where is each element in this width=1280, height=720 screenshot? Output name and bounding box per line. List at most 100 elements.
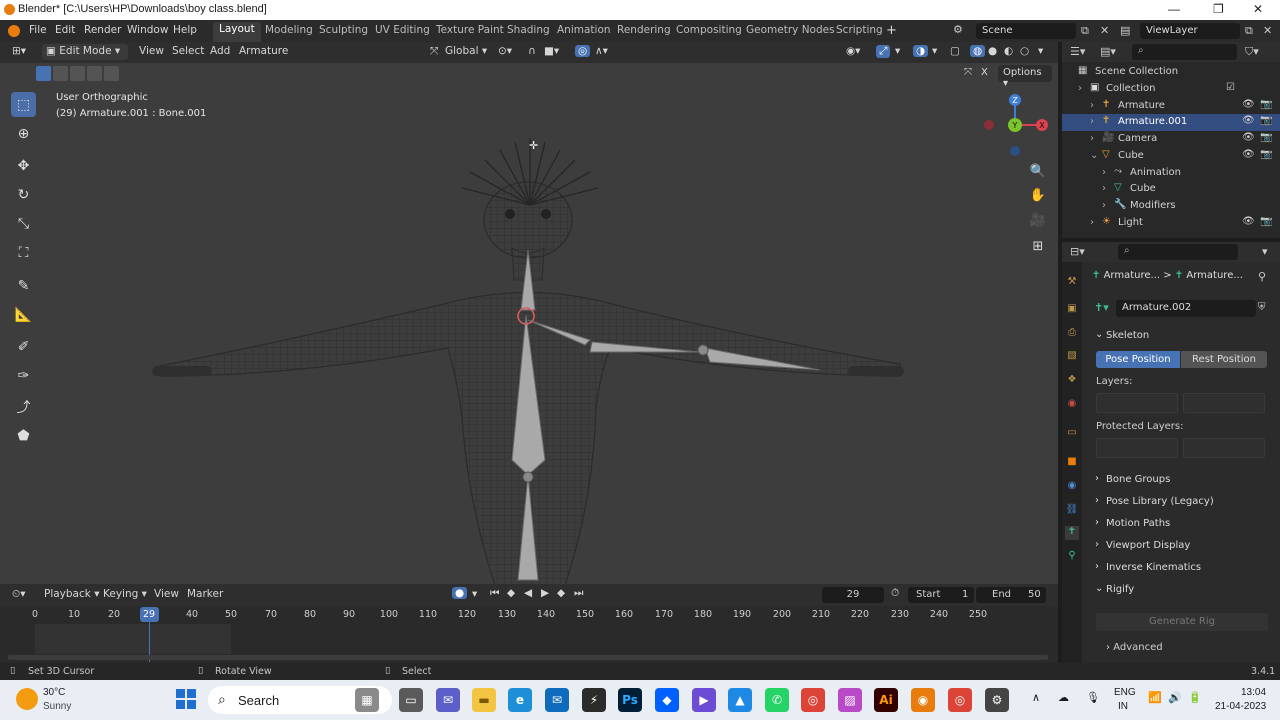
keying-dropdown-icon[interactable]: ▾ <box>472 588 477 600</box>
jump-start-icon[interactable]: ⏮ <box>490 587 499 600</box>
current-frame-field[interactable]: 29 <box>822 587 884 603</box>
output-tab-icon[interactable]: ⎙ <box>1065 327 1079 341</box>
settings-gear-icon[interactable]: ⚙ <box>985 688 1009 712</box>
wifi-icon[interactable]: 📶 <box>1148 691 1162 704</box>
tab-sculpting[interactable]: Sculpting <box>313 23 374 39</box>
scene-icon[interactable]: ⚙ <box>953 23 963 36</box>
weather-desc[interactable]: Sunny <box>43 701 71 712</box>
select-intersect-icon[interactable] <box>104 66 119 81</box>
editor-type-icon[interactable]: ⊞▾ <box>12 45 26 57</box>
cursor-tool-icon[interactable]: ⊕ <box>11 121 36 146</box>
end-frame-field[interactable]: End 50 <box>976 587 1046 603</box>
pan-hand-icon[interactable]: ✋ <box>1028 185 1048 205</box>
expand-arrow-icon[interactable]: › <box>1090 116 1094 127</box>
viewport-menu-select[interactable]: Select <box>172 45 204 57</box>
outliner-search-input[interactable]: ⌕ <box>1132 44 1237 60</box>
viewport-menu-add[interactable]: Add <box>210 45 230 57</box>
volume-icon[interactable]: 🔊 <box>1168 691 1182 704</box>
layers-grid-left[interactable] <box>1096 393 1178 413</box>
measure-tool-icon[interactable]: 📐 <box>11 302 36 327</box>
tab-geometry-nodes[interactable]: Geometry Nodes <box>740 23 841 39</box>
transform-tool-icon[interactable]: ⛶ <box>11 240 36 265</box>
tray-chevron-icon[interactable]: ∧ <box>1032 691 1040 704</box>
filter-icon[interactable]: ⛉▾ <box>1245 45 1259 59</box>
transform-orientation-selector[interactable]: Global ▾ <box>445 45 487 57</box>
visibility-icon[interactable]: ◉▾ <box>846 45 860 57</box>
mode-selector[interactable]: ▣ Edit Mode ▾ <box>42 44 128 60</box>
transform-orientation-icon[interactable]: ⤧ <box>430 45 438 58</box>
render-camera-icon[interactable]: 📷 <box>1260 216 1272 227</box>
expand-arrow-icon[interactable]: › <box>1102 200 1106 211</box>
edge-browser-icon[interactable]: e <box>508 688 532 712</box>
whatsapp-icon[interactable]: ✆ <box>765 688 789 712</box>
outliner-root[interactable]: ▦ Scene Collection <box>1062 64 1280 81</box>
expand-arrow-icon[interactable]: › <box>1090 217 1094 228</box>
tab-texture-paint[interactable]: Texture Paint <box>430 23 510 39</box>
expand-arrow-icon[interactable]: › <box>1078 83 1082 94</box>
outliner-row[interactable]: › ✝ Armature 👁 📷 <box>1062 98 1280 115</box>
wireframe-shading-icon[interactable]: ◍ <box>970 45 986 57</box>
render-camera-icon[interactable]: 📷 <box>1260 132 1272 143</box>
armature-data-name-field[interactable]: Armature.002 <box>1116 300 1256 317</box>
proportional-edit-icon[interactable]: ◎ <box>575 45 591 57</box>
render-camera-icon[interactable]: 📷 <box>1260 99 1272 110</box>
protected-layers-grid-right[interactable] <box>1183 438 1265 458</box>
weather-sun-icon[interactable] <box>16 688 38 710</box>
photoshop-icon[interactable]: Ps <box>618 688 642 712</box>
tray-app-icon[interactable]: ☁ <box>1058 691 1069 704</box>
tab-scripting[interactable]: Scripting <box>830 23 889 39</box>
tab-compositing[interactable]: Compositing <box>670 23 748 39</box>
gizmo-dropdown-icon[interactable]: ▾ <box>895 45 900 57</box>
timeline-menu-keying[interactable]: Keying ▾ <box>103 588 147 600</box>
preview-range-icon[interactable]: ⏱ <box>891 587 899 600</box>
pose-library-panel[interactable]: › Pose Library (Legacy) <box>1091 492 1272 512</box>
constraints-tab-icon[interactable]: ⛓ <box>1065 504 1079 518</box>
outliner-row[interactable]: › 🎥 Camera 👁 📷 <box>1062 131 1280 148</box>
character-mesh[interactable] <box>140 130 920 585</box>
tab-animation[interactable]: Animation <box>551 23 617 39</box>
start-windows-icon[interactable] <box>176 689 196 709</box>
outliner-row[interactable]: › 🔧 Modifiers <box>1062 198 1280 215</box>
close-button[interactable]: ✕ <box>1253 2 1263 16</box>
outliner-row[interactable]: › ▣ Collection ☑ <box>1062 81 1280 98</box>
app-gallery-icon[interactable]: ▨ <box>838 688 862 712</box>
annotate-tool-icon[interactable]: ✎ <box>11 273 36 298</box>
select-new-icon[interactable] <box>36 66 51 81</box>
timeline-menu-view[interactable]: View <box>154 588 179 600</box>
move-tool-icon[interactable]: ✥ <box>11 153 36 178</box>
scale-tool-icon[interactable]: ⤡ <box>11 211 36 236</box>
blender-menu-icon[interactable] <box>8 25 20 37</box>
visibility-eye-icon[interactable]: 👁 <box>1242 99 1255 110</box>
expand-arrow-icon[interactable]: ⌄ <box>1090 150 1098 161</box>
chrome-icon[interactable]: ◎ <box>801 688 825 712</box>
jump-end-icon[interactable]: ⏭ <box>574 587 583 600</box>
menu-edit[interactable]: Edit <box>55 24 75 36</box>
auto-keying-icon[interactable]: ● <box>452 587 468 599</box>
maximize-button[interactable]: ❐ <box>1213 2 1224 16</box>
new-scene-icon[interactable]: ⧉ <box>1081 24 1089 38</box>
tab-modeling[interactable]: Modeling <box>259 23 319 39</box>
display-mode-icon[interactable]: ▤▾ <box>1100 45 1116 58</box>
inverse-kinematics-panel[interactable]: › Inverse Kinematics <box>1091 558 1272 578</box>
expand-arrow-icon[interactable]: › <box>1102 183 1106 194</box>
generate-rig-button[interactable]: Generate Rig <box>1096 613 1268 631</box>
gizmo-neg-x[interactable] <box>984 120 994 130</box>
select-invert-icon[interactable] <box>87 66 102 81</box>
scene-selector[interactable]: Scene <box>976 23 1076 39</box>
options-dropdown[interactable]: Options ▾ <box>998 65 1052 89</box>
world-tab-icon[interactable]: ◉ <box>1065 398 1079 412</box>
snap-icon[interactable]: ∩ <box>528 45 536 57</box>
dropbox-icon[interactable]: ◆ <box>655 688 679 712</box>
ortho-toggle-icon[interactable]: ⊞ <box>1028 236 1048 256</box>
visibility-eye-icon[interactable]: 👁 <box>1242 132 1255 143</box>
timeline-editor-type-icon[interactable]: ⏲▾ <box>12 588 25 601</box>
expand-arrow-icon[interactable]: › <box>1102 167 1106 178</box>
microphone-icon[interactable]: 🎙 <box>1086 691 1100 704</box>
select-box-tool-icon[interactable]: ⬚ <box>11 92 36 117</box>
menu-window[interactable]: Window <box>127 24 168 36</box>
battery-icon[interactable]: 🔋 <box>1188 691 1202 704</box>
delete-scene-icon[interactable]: ✕ <box>1100 24 1109 37</box>
object-tab-icon[interactable]: ■ <box>1065 456 1079 470</box>
select-subtract-icon[interactable] <box>70 66 85 81</box>
bone-size-tool-icon[interactable]: ✐ <box>11 334 36 359</box>
